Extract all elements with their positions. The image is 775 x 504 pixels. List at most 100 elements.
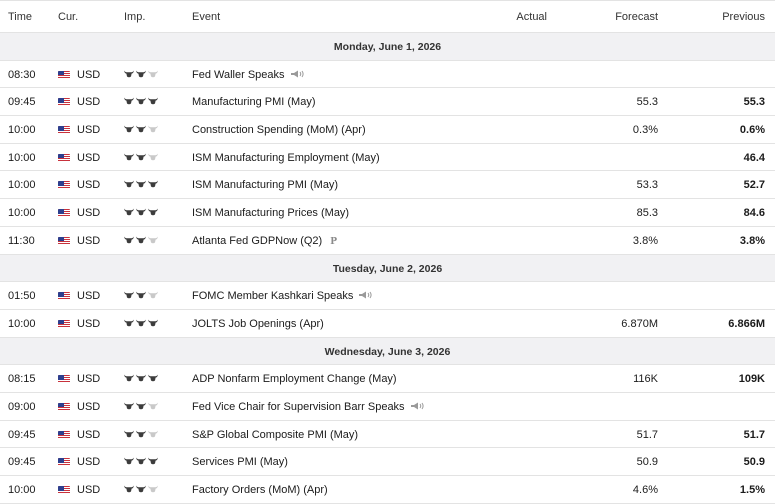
event-currency: USD <box>58 152 100 164</box>
event-currency: USD <box>58 373 100 385</box>
event-name[interactable]: JOLTS Job Openings (Apr) <box>192 318 324 330</box>
event-row[interactable]: 10:00 USD JOLTS Job Openings (Apr) 6.870M 6.… <box>0 310 775 338</box>
event-name[interactable]: Manufacturing PMI (May) <box>192 96 315 108</box>
speaker-icon <box>290 70 305 80</box>
event-forecast: 51.7 <box>636 428 658 441</box>
bull-empty-icon <box>148 430 158 438</box>
column-header-currency[interactable]: Cur. <box>58 11 78 23</box>
event-row[interactable]: 09:45 USD S&P Global Composite PMI (May) 51… <box>0 421 775 449</box>
event-name[interactable]: ISM Manufacturing Prices (May) <box>192 207 349 219</box>
column-header-importance[interactable]: Imp. <box>124 11 145 23</box>
event-row[interactable]: 08:30 USD Fed Waller Speaks <box>0 61 775 89</box>
event-name-cell[interactable]: S&P Global Composite PMI (May) <box>192 429 358 441</box>
column-header-time[interactable]: Time <box>8 11 32 23</box>
us-flag-icon <box>58 209 70 218</box>
event-currency: USD <box>58 456 100 468</box>
bull-filled-icon <box>148 457 158 465</box>
event-name-cell[interactable]: ISM Manufacturing Prices (May) <box>192 207 349 219</box>
event-row[interactable]: 10:00 USD ISM Manufacturing PMI (May) 53.3 5… <box>0 171 775 200</box>
column-header-event[interactable]: Event <box>192 11 220 23</box>
bull-filled-icon <box>124 457 134 465</box>
bull-empty-icon <box>148 402 158 410</box>
event-name-cell[interactable]: ISM Manufacturing Employment (May) <box>192 152 380 164</box>
event-name-cell[interactable]: Construction Spending (MoM) (Apr) <box>192 124 366 136</box>
event-row[interactable]: 08:15 USD ADP Nonfarm Employment Change (M… <box>0 365 775 393</box>
event-name[interactable]: Construction Spending (MoM) (Apr) <box>192 124 366 136</box>
column-header-previous[interactable]: Previous <box>722 11 765 23</box>
event-name[interactable]: ISM Manufacturing PMI (May) <box>192 179 338 191</box>
bull-filled-icon <box>136 153 146 161</box>
event-currency: USD <box>58 235 100 247</box>
economic-calendar-table: Time Cur. Imp. Event Actual Forecast Pre… <box>0 0 775 504</box>
event-name[interactable]: FOMC Member Kashkari Speaks <box>192 290 353 302</box>
event-row[interactable]: 09:45 USD Services PMI (May) 50.9 50.9 <box>0 448 775 476</box>
event-time: 09:45 <box>8 428 36 441</box>
event-name-cell[interactable]: Fed Vice Chair for Supervision Barr Spea… <box>192 401 425 413</box>
event-currency: USD <box>58 207 100 219</box>
event-name-cell[interactable]: JOLTS Job Openings (Apr) <box>192 318 324 330</box>
bull-filled-icon <box>136 125 146 133</box>
importance-rating <box>124 402 158 410</box>
event-previous: 50.9 <box>743 456 765 469</box>
event-name[interactable]: Services PMI (May) <box>192 456 288 468</box>
speaker-icon <box>359 291 373 301</box>
bull-empty-icon <box>148 291 158 299</box>
event-name-cell[interactable]: Services PMI (May) <box>192 456 288 468</box>
event-previous: 46.4 <box>743 151 765 164</box>
bull-filled-icon <box>148 374 158 382</box>
column-header-actual[interactable]: Actual <box>516 11 547 23</box>
event-name-cell[interactable]: ADP Nonfarm Employment Change (May) <box>192 373 397 385</box>
event-name[interactable]: ISM Manufacturing Employment (May) <box>192 152 380 164</box>
currency-code: USD <box>77 151 101 164</box>
table-body: Monday, June 1, 2026 08:30 USD Fed Waller S… <box>0 33 775 504</box>
event-name-cell[interactable]: Manufacturing PMI (May) <box>192 96 315 108</box>
event-name-cell[interactable]: Fed Waller Speaks <box>192 69 305 81</box>
event-row[interactable]: 10:00 USD Factory Orders (MoM) (Apr) 4.6% 1.… <box>0 476 775 504</box>
event-name[interactable]: S&P Global Composite PMI (May) <box>192 429 358 441</box>
event-name[interactable]: Atlanta Fed GDPNow (Q2) <box>192 235 322 247</box>
event-forecast: 85.3 <box>636 207 658 220</box>
event-row[interactable]: 11:30 USD Atlanta Fed GDPNow (Q2) P 3.8% 3.8% <box>0 227 775 255</box>
event-row[interactable]: 10:00 USD Construction Spending (MoM) (Apr… <box>0 116 775 144</box>
event-name[interactable]: Fed Vice Chair for Supervision Barr Spea… <box>192 401 405 413</box>
event-forecast: 50.9 <box>636 456 658 469</box>
bull-filled-icon <box>136 457 146 465</box>
event-currency: USD <box>58 124 100 136</box>
column-header-forecast[interactable]: Forecast <box>615 11 658 23</box>
event-importance <box>124 96 158 108</box>
event-importance <box>124 179 158 191</box>
bull-filled-icon <box>136 97 146 105</box>
bull-empty-icon <box>148 485 158 493</box>
event-row[interactable]: 09:00 USD Fed Vice Chair for Supervision B… <box>0 393 775 421</box>
event-importance <box>124 290 158 302</box>
event-currency: USD <box>58 290 100 302</box>
importance-rating <box>124 430 158 438</box>
importance-rating <box>124 97 158 105</box>
event-name-cell[interactable]: ISM Manufacturing PMI (May) <box>192 179 338 191</box>
event-row[interactable]: 09:45 USD Manufacturing PMI (May) 55.3 55.3 <box>0 88 775 117</box>
event-row[interactable]: 10:00 USD ISM Manufacturing Prices (May) 85… <box>0 199 775 227</box>
event-previous: 84.6 <box>743 207 765 220</box>
event-importance <box>124 429 158 441</box>
event-name[interactable]: Factory Orders (MoM) (Apr) <box>192 484 328 496</box>
bull-filled-icon <box>124 97 134 105</box>
event-name-cell[interactable]: Factory Orders (MoM) (Apr) <box>192 484 328 496</box>
event-name-cell[interactable]: FOMC Member Kashkari Speaks <box>192 290 373 302</box>
event-name[interactable]: ADP Nonfarm Employment Change (May) <box>192 373 397 385</box>
bull-filled-icon <box>124 485 134 493</box>
currency-code: USD <box>77 484 101 496</box>
event-name[interactable]: Fed Waller Speaks <box>192 69 285 81</box>
event-row[interactable]: 01:50 USD FOMC Member Kashkari Speaks <box>0 282 775 310</box>
us-flag-icon <box>58 236 70 245</box>
bull-filled-icon <box>148 180 158 188</box>
bull-filled-icon <box>124 319 134 327</box>
event-previous: 3.8% <box>739 234 765 247</box>
event-forecast: 4.6% <box>632 484 658 496</box>
event-currency: USD <box>58 429 100 441</box>
event-name-cell[interactable]: Atlanta Fed GDPNow (Q2) P <box>192 235 337 247</box>
event-row[interactable]: 10:00 USD ISM Manufacturing Employment (Ma… <box>0 144 775 172</box>
event-importance <box>124 456 158 468</box>
event-time: 11:30 <box>8 234 35 247</box>
event-currency: USD <box>58 96 100 108</box>
bull-filled-icon <box>136 236 146 244</box>
